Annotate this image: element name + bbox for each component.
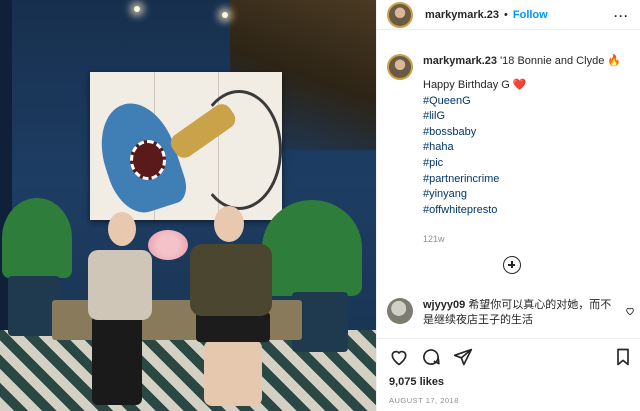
header-username[interactable]: markymark.23 bbox=[425, 9, 499, 21]
caption-hashtag[interactable]: #QueenG bbox=[423, 94, 621, 110]
caption-hashtag[interactable]: #lilG bbox=[423, 109, 621, 125]
painting-circle bbox=[196, 90, 282, 210]
caption-avatar[interactable] bbox=[387, 54, 413, 80]
caption-hashtag[interactable]: #offwhitepresto bbox=[423, 203, 621, 219]
caption-row: markymark.23 '18 Bonnie and Clyde 🔥 Happ… bbox=[387, 54, 637, 247]
comment-body: wjyyy09 希望你可以真心的对她，而不是继续夜店王子的生活 bbox=[423, 298, 613, 328]
post-photo[interactable] bbox=[0, 0, 376, 411]
comment-username[interactable]: wjyyy09 bbox=[423, 299, 465, 311]
photo-lamp bbox=[134, 6, 140, 12]
post-sidebar: markymark.23 • Follow ··· markymark.23 '… bbox=[376, 0, 640, 411]
person-right-shorts bbox=[196, 312, 270, 342]
caption-line: Happy Birthday G ❤️ bbox=[423, 79, 527, 91]
flower-vase bbox=[148, 230, 188, 260]
instagram-post: markymark.23 • Follow ··· markymark.23 '… bbox=[0, 0, 640, 411]
person-right-legs bbox=[204, 340, 262, 406]
likes-count[interactable]: 9,075 likes bbox=[389, 376, 444, 388]
post-header: markymark.23 • Follow ··· bbox=[377, 0, 640, 30]
left-plant bbox=[2, 198, 72, 278]
caption-time[interactable]: 121w bbox=[423, 232, 621, 247]
caption-title: '18 Bonnie and Clyde 🔥 bbox=[500, 55, 622, 67]
person-left-legs bbox=[92, 315, 142, 405]
heart-outline-icon[interactable] bbox=[625, 306, 635, 319]
caption-hashtag[interactable]: #pic bbox=[423, 156, 621, 172]
caption-hashtag[interactable]: #yinyang bbox=[423, 187, 621, 203]
caption-hashtag[interactable]: #haha bbox=[423, 140, 621, 156]
header-separator: • bbox=[504, 8, 508, 21]
post-date[interactable]: AUGUST 17, 2018 bbox=[389, 396, 459, 405]
comment-bubble-icon[interactable] bbox=[421, 347, 441, 372]
caption-lines: Happy Birthday G ❤️ #QueenG #lilG #bossbaby… bbox=[423, 78, 621, 218]
heart-outline-icon[interactable] bbox=[389, 347, 409, 372]
plus-circle-icon[interactable] bbox=[503, 256, 521, 274]
right-plant bbox=[262, 200, 362, 296]
header-avatar[interactable] bbox=[387, 1, 413, 28]
caption-username[interactable]: markymark.23 bbox=[423, 55, 497, 67]
comment: wjyyy09 希望你可以真心的对她，而不是继续夜店王子的生活 bbox=[387, 298, 637, 328]
person-right-head bbox=[214, 206, 244, 242]
comment-avatar[interactable] bbox=[387, 298, 413, 324]
caption-hashtag[interactable]: #bossbaby bbox=[423, 125, 621, 141]
caption-hashtag[interactable]: #partnerincrime bbox=[423, 172, 621, 188]
person-right-body bbox=[190, 244, 272, 316]
more-options-icon[interactable]: ··· bbox=[614, 9, 629, 23]
bookmark-icon[interactable] bbox=[613, 347, 633, 372]
action-bar bbox=[389, 347, 633, 369]
caption-text: markymark.23 '18 Bonnie and Clyde 🔥 Happ… bbox=[423, 54, 621, 247]
person-left-head bbox=[108, 212, 136, 246]
paper-plane-icon[interactable] bbox=[453, 347, 473, 372]
follow-button[interactable]: Follow bbox=[513, 9, 548, 21]
caption: markymark.23 '18 Bonnie and Clyde 🔥 Happ… bbox=[387, 54, 637, 247]
painting-shark-mouth bbox=[130, 140, 166, 180]
divider bbox=[377, 338, 640, 339]
person-left-body bbox=[88, 250, 152, 320]
photo-lamp bbox=[222, 12, 228, 18]
